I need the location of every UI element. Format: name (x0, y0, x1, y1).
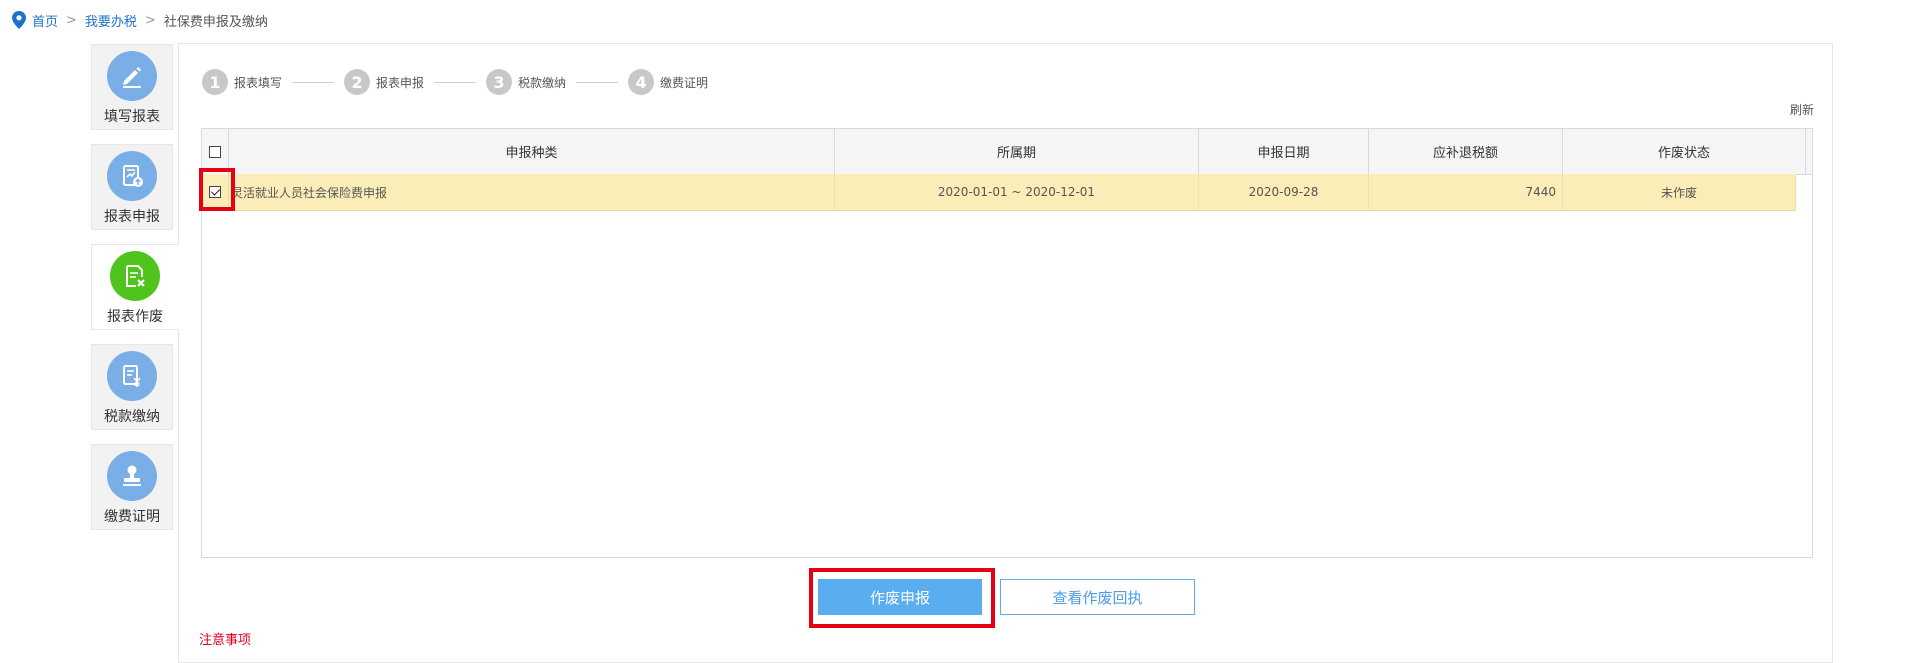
step-label: 报表填写 (234, 75, 283, 90)
step-3: 3 税款缴纳 (486, 69, 566, 95)
nav-item-payment-certificate[interactable]: 缴费证明 (91, 444, 173, 530)
column-header: 所属期 (835, 129, 1199, 174)
stamp-icon (107, 451, 157, 501)
column-header: 申报日期 (1199, 129, 1369, 174)
report-void-icon (110, 251, 160, 301)
pencil-icon (107, 51, 157, 101)
view-void-receipt-button[interactable]: 查看作废回执 (1000, 579, 1195, 615)
report-upload-icon (107, 151, 157, 201)
declaration-table: 申报种类 所属期 申报日期 应补退税额 作废状态 灵活就业人员社会保险费申报 2… (201, 128, 1813, 558)
breadcrumb-tax-link[interactable]: 我要办税 (85, 11, 137, 30)
select-all-cell (202, 129, 229, 174)
step-number: 1 (202, 69, 228, 95)
nav-label: 缴费证明 (104, 509, 160, 525)
breadcrumb-home-link[interactable]: 首页 (32, 11, 58, 30)
step-label: 税款缴纳 (518, 75, 567, 90)
cell-period: 2020-01-01 ~ 2020-12-01 (835, 174, 1199, 210)
row-select-cell (202, 174, 229, 210)
step-number: 3 (486, 69, 513, 95)
step-4: 4 缴费证明 (628, 69, 708, 95)
nav-label: 报表申报 (104, 209, 160, 225)
select-all-checkbox[interactable] (209, 145, 221, 158)
step-1: 1 报表填写 (202, 69, 282, 95)
nav-label: 税款缴纳 (104, 409, 160, 425)
step-number: 2 (344, 69, 371, 95)
step-label: 缴费证明 (660, 75, 709, 90)
step-number: 4 (628, 69, 655, 95)
step-connector (434, 81, 477, 83)
nav-item-tax-payment[interactable]: 税款缴纳 (91, 344, 173, 430)
row-checkbox[interactable] (209, 186, 221, 198)
nav-item-void-report[interactable]: 报表作废 (91, 244, 179, 330)
void-declaration-button[interactable]: 作废申报 (818, 579, 982, 615)
cell-declaration-type: 灵活就业人员社会保险费申报 (229, 174, 835, 210)
nav-label: 填写报表 (104, 109, 160, 125)
nav-label: 报表作废 (107, 309, 163, 325)
tax-payment-icon (107, 351, 157, 401)
step-connector (576, 81, 619, 83)
breadcrumb-separator: > (144, 12, 156, 28)
cell-declaration-date: 2020-09-28 (1199, 174, 1369, 210)
location-pin-icon (12, 11, 26, 29)
refresh-link[interactable]: 刷新 (1790, 101, 1814, 118)
cell-tax-amount: 7440 (1369, 174, 1563, 210)
table-header: 申报种类 所属期 申报日期 应补退税额 作废状态 (202, 129, 1812, 175)
notice-heading: 注意事项 (199, 633, 252, 648)
breadcrumb-current: 社保费申报及缴纳 (163, 14, 268, 30)
breadcrumb: 首页 > 我要办税 > 社保费申报及缴纳 (12, 10, 268, 30)
progress-steps: 1 报表填写 2 报表申报 3 税款缴纳 4 缴费证明 (202, 69, 708, 95)
step-2: 2 报表申报 (344, 69, 424, 95)
column-header: 应补退税额 (1369, 129, 1563, 174)
nav-item-submit-report[interactable]: 报表申报 (91, 144, 173, 230)
step-label: 报表申报 (376, 75, 425, 90)
breadcrumb-separator: > (66, 12, 77, 28)
nav-item-fill-report[interactable]: 填写报表 (91, 44, 173, 130)
column-header: 作废状态 (1563, 129, 1806, 174)
table-row[interactable]: 灵活就业人员社会保险费申报 2020-01-01 ~ 2020-12-01 20… (202, 174, 1796, 211)
column-header: 申报种类 (229, 129, 835, 174)
step-connector (292, 81, 335, 83)
cell-void-status: 未作废 (1563, 174, 1796, 210)
